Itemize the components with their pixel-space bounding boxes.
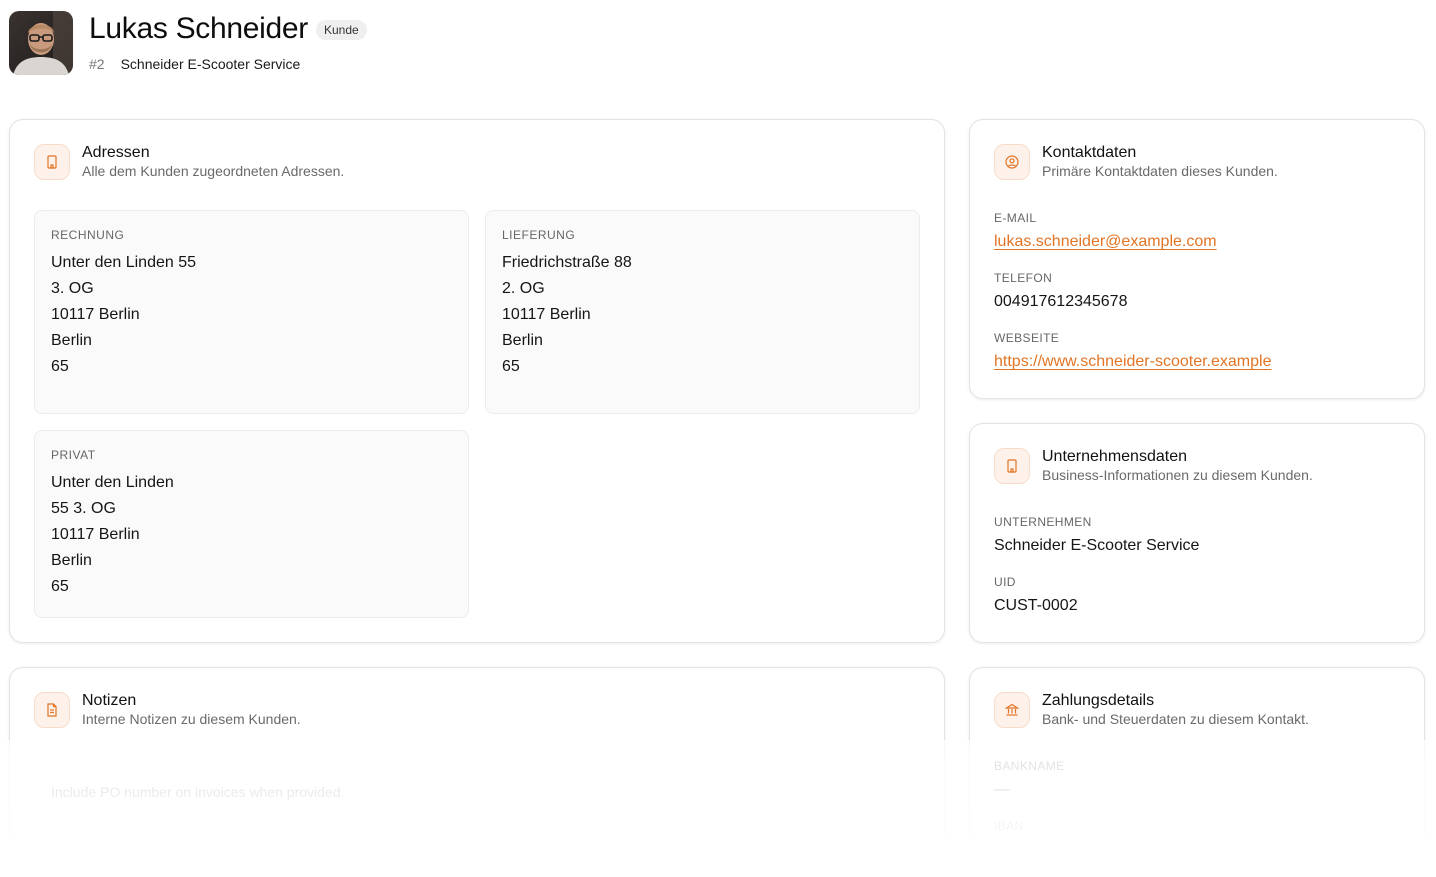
bank-name-label: BANKNAME (994, 759, 1065, 773)
avatar-photo (9, 11, 73, 75)
customer-header: Lukas Schneider Kunde #2 Schneider E-Sco… (9, 11, 367, 75)
payment-title: Zahlungsdetails (1042, 692, 1155, 709)
address-label: RECHNUNG (51, 228, 125, 242)
address-private: PRIVAT Unter den Linden 55 3. OG 10117 B… (34, 430, 469, 618)
website-link[interactable]: https://www.schneider-scooter.example (994, 353, 1271, 371)
address-line: 3. OG (51, 280, 94, 297)
address-line: Berlin (51, 552, 92, 569)
email-label: E-MAIL (994, 211, 1037, 225)
notes-card: Notizen Interne Notizen zu diesem Kunden… (9, 667, 945, 867)
address-label: LIEFERUNG (502, 228, 576, 242)
address-line: Unter den Linden 55 (51, 254, 196, 271)
email-link[interactable]: lukas.schneider@example.com (994, 233, 1217, 251)
building-icon (34, 144, 70, 180)
contact-card: Kontaktdaten Primäre Kontaktdaten dieses… (969, 119, 1425, 399)
contact-title: Kontaktdaten (1042, 144, 1137, 161)
address-delivery: LIEFERUNG Friedrichstraße 88 2. OG 10117… (485, 210, 920, 414)
website-label: WEBSEITE (994, 331, 1060, 345)
notes-description: Interne Notizen zu diesem Kunden. (82, 711, 301, 727)
address-line: 10117 Berlin (502, 306, 591, 323)
address-billing: RECHNUNG Unter den Linden 55 3. OG 10117… (34, 210, 469, 414)
iban-label: IBAN (994, 819, 1024, 833)
company-title: Unternehmensdaten (1042, 448, 1187, 465)
phone-label: TELEFON (994, 271, 1053, 285)
company-description: Business-Informationen zu diesem Kunden. (1042, 467, 1313, 483)
addresses-card: Adressen Alle dem Kunden zugeordneten Ad… (9, 119, 945, 643)
bank-icon (994, 692, 1030, 728)
address-line: Unter den Linden (51, 474, 174, 491)
avatar (9, 11, 73, 75)
address-line: 55 3. OG (51, 500, 116, 517)
address-line: 65 (51, 358, 69, 375)
building-icon (994, 448, 1030, 484)
company-name-value: Schneider E-Scooter Service (994, 537, 1200, 554)
address-line: 10117 Berlin (51, 526, 140, 543)
company-card: Unternehmensdaten Business-Informationen… (969, 423, 1425, 643)
payment-description: Bank- und Steuerdaten zu diesem Kontakt. (1042, 711, 1309, 727)
address-line: Berlin (502, 332, 543, 349)
address-line: Friedrichstraße 88 (502, 254, 632, 271)
document-icon (34, 692, 70, 728)
address-line: 2. OG (502, 280, 545, 297)
company-name-label: UNTERNEHMEN (994, 515, 1092, 529)
address-line: Berlin (51, 332, 92, 349)
address-line: 10117 Berlin (51, 306, 140, 323)
customer-name: Lukas Schneider (89, 12, 308, 45)
customer-type-badge: Kunde (315, 20, 367, 40)
address-line: 65 (51, 578, 69, 595)
addresses-description: Alle dem Kunden zugeordneten Adressen. (82, 163, 345, 179)
notes-title: Notizen (82, 692, 137, 709)
customer-company: Schneider E-Scooter Service (120, 56, 301, 72)
address-line: 65 (502, 358, 520, 375)
payment-card: Zahlungsdetails Bank- und Steuerdaten zu… (969, 667, 1425, 867)
addresses-title: Adressen (82, 144, 150, 161)
user-circle-icon (994, 144, 1030, 180)
uid-value: CUST-0002 (994, 597, 1078, 614)
uid-label: UID (994, 575, 1016, 589)
bank-name-value: — (994, 781, 1010, 798)
contact-description: Primäre Kontaktdaten dieses Kunden. (1042, 163, 1278, 179)
note-text: Include PO number on invoices when provi… (51, 784, 345, 800)
customer-id: #2 (89, 56, 105, 72)
address-label: PRIVAT (51, 448, 96, 462)
phone-value: 004917612345678 (994, 293, 1128, 310)
